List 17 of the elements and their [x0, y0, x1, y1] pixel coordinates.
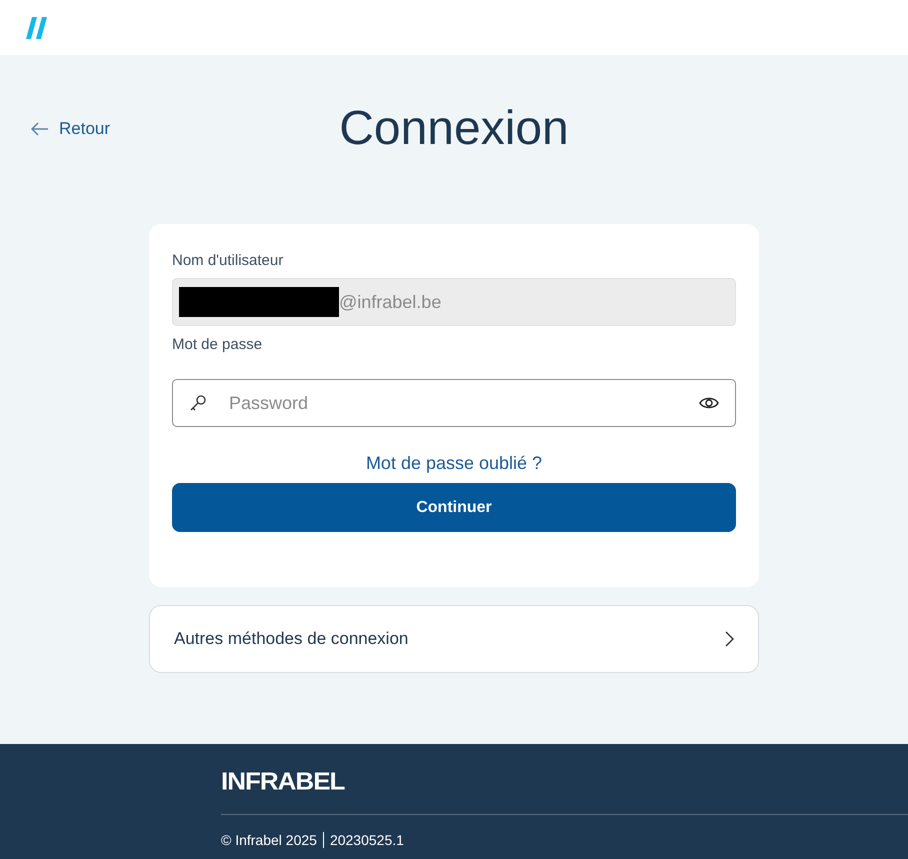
page-title: Connexion [338, 101, 570, 156]
key-icon [189, 394, 207, 412]
brand-mark-icon [26, 16, 48, 38]
continue-button[interactable]: Continuer [172, 483, 736, 532]
footer-logo: INFRABEL [221, 768, 346, 794]
field-label: Nom d'utilisateur [172, 252, 284, 269]
password-field[interactable]: Password [172, 379, 736, 427]
forgot-password-link[interactable]: Mot de passe oublié ? [366, 453, 542, 474]
other-methods-button[interactable]: Autres méthodes de connexion [149, 605, 759, 673]
eye-icon[interactable] [699, 396, 719, 410]
field-label: Mot de passe [172, 336, 264, 353]
back-link[interactable]: Retour [31, 118, 140, 138]
copyright-text: © Infrabel 2025 [221, 832, 317, 848]
chevron-right-icon [725, 631, 734, 647]
arrow-left-icon [31, 122, 49, 136]
password-input[interactable]: Password [227, 392, 699, 414]
version-text: 20230525.1 [330, 832, 404, 848]
